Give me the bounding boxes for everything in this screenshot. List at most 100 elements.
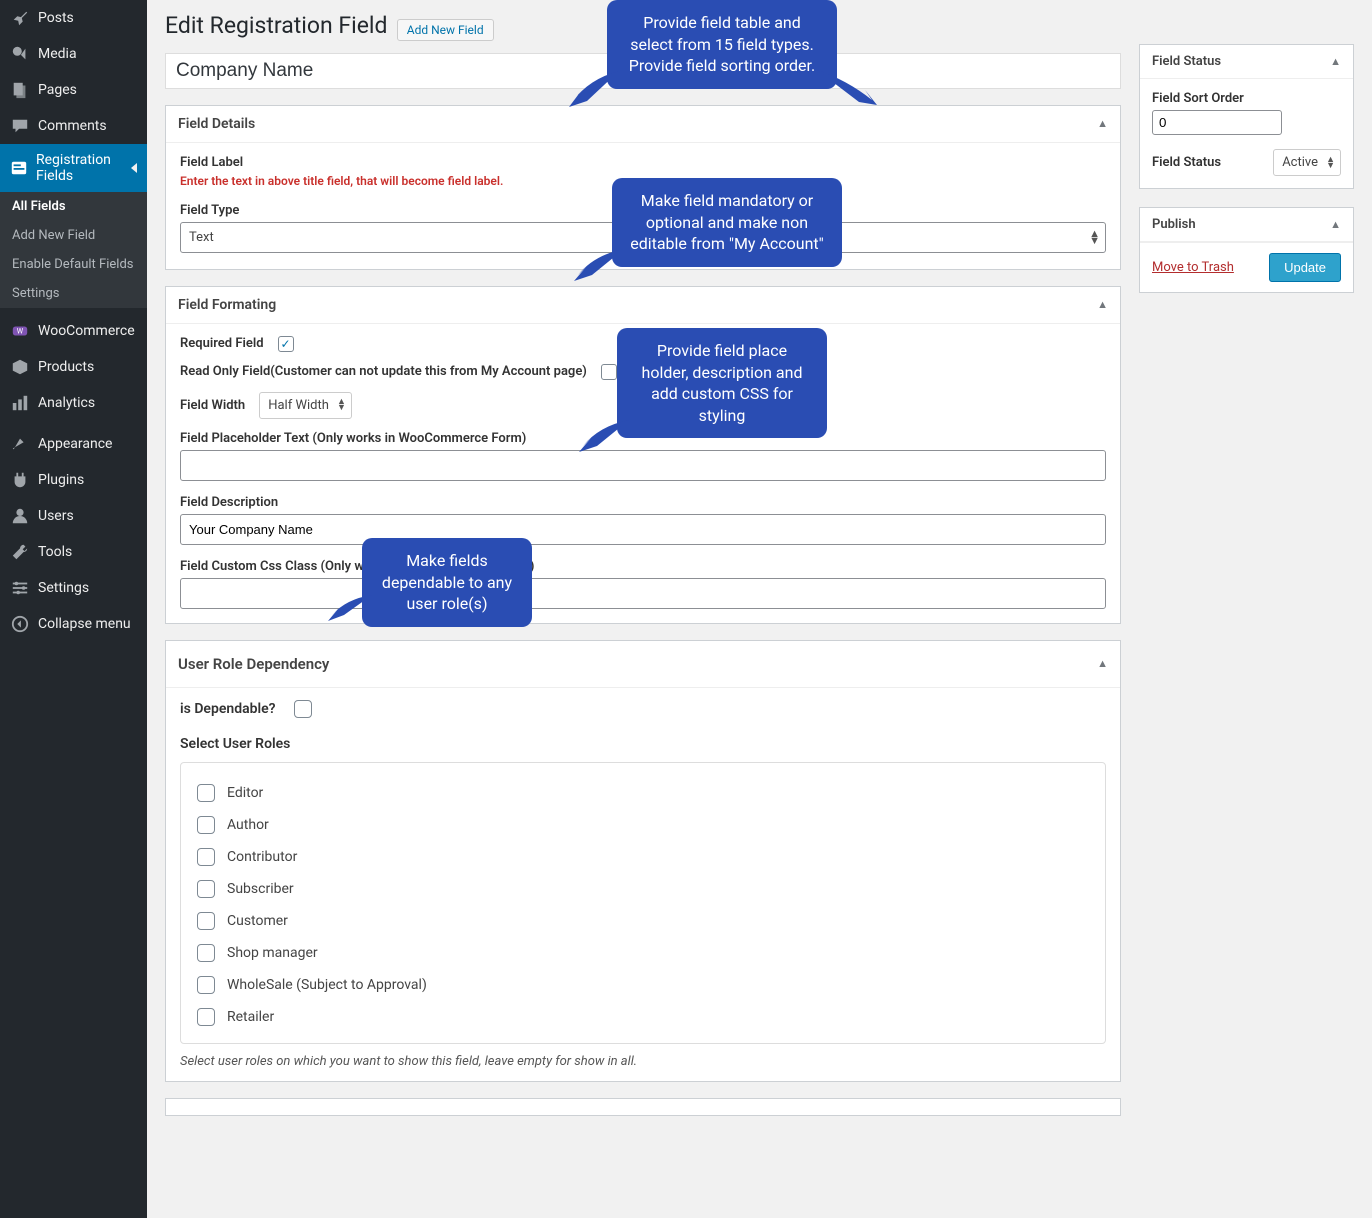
field-status-select[interactable]: Active: [1273, 149, 1341, 176]
panel-header-formatting[interactable]: Field Formating ▲: [166, 287, 1120, 324]
sidebar-item-label: Appearance: [38, 436, 112, 452]
sidebar-item-label: Settings: [38, 580, 89, 596]
role-label: Customer: [227, 913, 288, 929]
role-row: WholeSale (Subject to Approval): [197, 969, 1089, 1001]
sidebar-item-registration-fields[interactable]: Registration Fields: [0, 144, 147, 192]
sidebar-item-woocommerce[interactable]: W WooCommerce: [0, 313, 147, 349]
page-title: Edit Registration Field: [165, 12, 388, 39]
user-icon: [10, 506, 30, 526]
analytics-icon: [10, 393, 30, 413]
sidebar-item-settings[interactable]: Settings: [0, 570, 147, 606]
css-class-label: Field Custom Css Class (Only works in Wo…: [180, 559, 1106, 574]
sidebar-item-pages[interactable]: Pages: [0, 72, 147, 108]
sidebar-item-label: Posts: [38, 10, 74, 26]
sidebar-item-products[interactable]: Products: [0, 349, 147, 385]
update-button[interactable]: Update: [1269, 253, 1341, 282]
placeholder-input[interactable]: [180, 450, 1106, 481]
tools-icon: [10, 542, 30, 562]
placeholder-label: Field Placeholder Text (Only works in Wo…: [180, 431, 1106, 446]
roles-list: Editor Author Contributor Subscriber: [180, 762, 1106, 1044]
select-roles-label: Select User Roles: [180, 736, 1106, 752]
panel-header-field-details[interactable]: Field Details ▲: [166, 106, 1120, 143]
description-input[interactable]: [180, 514, 1106, 545]
sidebar-item-posts[interactable]: Posts: [0, 0, 147, 36]
role-label: Contributor: [227, 849, 297, 865]
sidebar-item-label: Media: [38, 46, 77, 62]
sidebar-item-media[interactable]: Media: [0, 36, 147, 72]
sidebar-item-users[interactable]: Users: [0, 498, 147, 534]
media-icon: [10, 44, 30, 64]
meta-header-status[interactable]: Field Status ▲: [1140, 45, 1353, 79]
sidebar-item-label: Registration Fields: [36, 152, 131, 184]
role-checkbox[interactable]: [197, 944, 215, 962]
role-checkbox[interactable]: [197, 848, 215, 866]
collapse-toggle-icon: ▲: [1330, 218, 1341, 231]
sidebar-item-analytics[interactable]: Analytics: [0, 385, 147, 421]
meta-box-field-status: Field Status ▲ Field Sort Order Field St…: [1139, 44, 1354, 189]
side-column: Field Status ▲ Field Sort Order Field St…: [1139, 12, 1354, 311]
role-label: WholeSale (Subject to Approval): [227, 977, 427, 993]
sidebar-item-label: Tools: [38, 544, 72, 560]
sidebar-sub-settings[interactable]: Settings: [0, 279, 147, 308]
role-label: Retailer: [227, 1009, 274, 1025]
readonly-checkbox[interactable]: [601, 364, 617, 380]
role-checkbox[interactable]: [197, 816, 215, 834]
plugin-icon: [10, 470, 30, 490]
role-checkbox[interactable]: [197, 912, 215, 930]
sidebar-item-plugins[interactable]: Plugins: [0, 462, 147, 498]
description-label: Field Description: [180, 495, 1106, 510]
role-row: Customer: [197, 905, 1089, 937]
sidebar-sub-all-fields[interactable]: All Fields: [0, 192, 147, 221]
field-type-select[interactable]: Text: [180, 222, 1106, 253]
sidebar-sub-enable-default[interactable]: Enable Default Fields: [0, 250, 147, 279]
collapse-toggle-icon: ▲: [1097, 657, 1108, 670]
meta-header-publish[interactable]: Publish ▲: [1140, 208, 1353, 242]
svg-text:W: W: [17, 327, 24, 336]
roles-hint: Select user roles on which you want to s…: [180, 1054, 1106, 1069]
sort-order-label: Field Sort Order: [1152, 91, 1341, 106]
products-icon: [10, 357, 30, 377]
sidebar-item-label: Collapse menu: [38, 616, 131, 632]
panel-collapsed-stub: [165, 1098, 1121, 1116]
dependable-checkbox[interactable]: [294, 700, 312, 718]
sidebar-item-tools[interactable]: Tools: [0, 534, 147, 570]
field-label-label: Field Label: [180, 155, 1106, 170]
panel-header-roles[interactable]: User Role Dependency ▲: [166, 641, 1120, 688]
role-checkbox[interactable]: [197, 784, 215, 802]
sidebar-item-label: Plugins: [38, 472, 84, 488]
sidebar-item-label: WooCommerce: [38, 323, 135, 339]
role-label: Shop manager: [227, 945, 318, 961]
css-class-input[interactable]: [180, 578, 1106, 609]
panel-field-formatting: Field Formating ▲ Required Field ✓ Read …: [165, 286, 1121, 624]
panel-field-details: Field Details ▲ Field Label Enter the te…: [165, 105, 1121, 270]
add-new-field-button[interactable]: Add New Field: [397, 19, 494, 41]
readonly-label: Read Only Field(Customer can not update …: [180, 364, 587, 379]
sort-order-input[interactable]: [1152, 110, 1282, 135]
role-label: Author: [227, 817, 269, 833]
sidebar-sub-add-new[interactable]: Add New Field: [0, 221, 147, 250]
admin-sidebar: Posts Media Pages Comments Registration …: [0, 0, 147, 1218]
width-label: Field Width: [180, 398, 245, 413]
required-checkbox[interactable]: ✓: [278, 336, 294, 352]
field-width-select[interactable]: Half Width: [259, 392, 352, 419]
appearance-icon: [10, 434, 30, 454]
role-checkbox[interactable]: [197, 976, 215, 994]
sidebar-item-collapse[interactable]: Collapse menu: [0, 606, 147, 642]
sidebar-item-label: Users: [38, 508, 74, 524]
sidebar-item-comments[interactable]: Comments: [0, 108, 147, 144]
sidebar-item-appearance[interactable]: Appearance: [0, 426, 147, 462]
field-type-label: Field Type: [180, 203, 1106, 218]
field-title-input[interactable]: [165, 53, 1121, 89]
dependable-label: is Dependable?: [180, 701, 276, 717]
collapse-toggle-icon: ▲: [1097, 117, 1108, 130]
settings-icon: [10, 578, 30, 598]
collapse-toggle-icon: ▲: [1097, 298, 1108, 311]
comment-icon: [10, 116, 30, 136]
panel-user-role: User Role Dependency ▲ is Dependable? Se…: [165, 640, 1121, 1082]
role-checkbox[interactable]: [197, 1008, 215, 1026]
woocommerce-icon: W: [10, 321, 30, 341]
role-label: Subscriber: [227, 881, 294, 897]
role-row: Retailer: [197, 1001, 1089, 1033]
move-to-trash-link[interactable]: Move to Trash: [1152, 260, 1234, 275]
role-checkbox[interactable]: [197, 880, 215, 898]
